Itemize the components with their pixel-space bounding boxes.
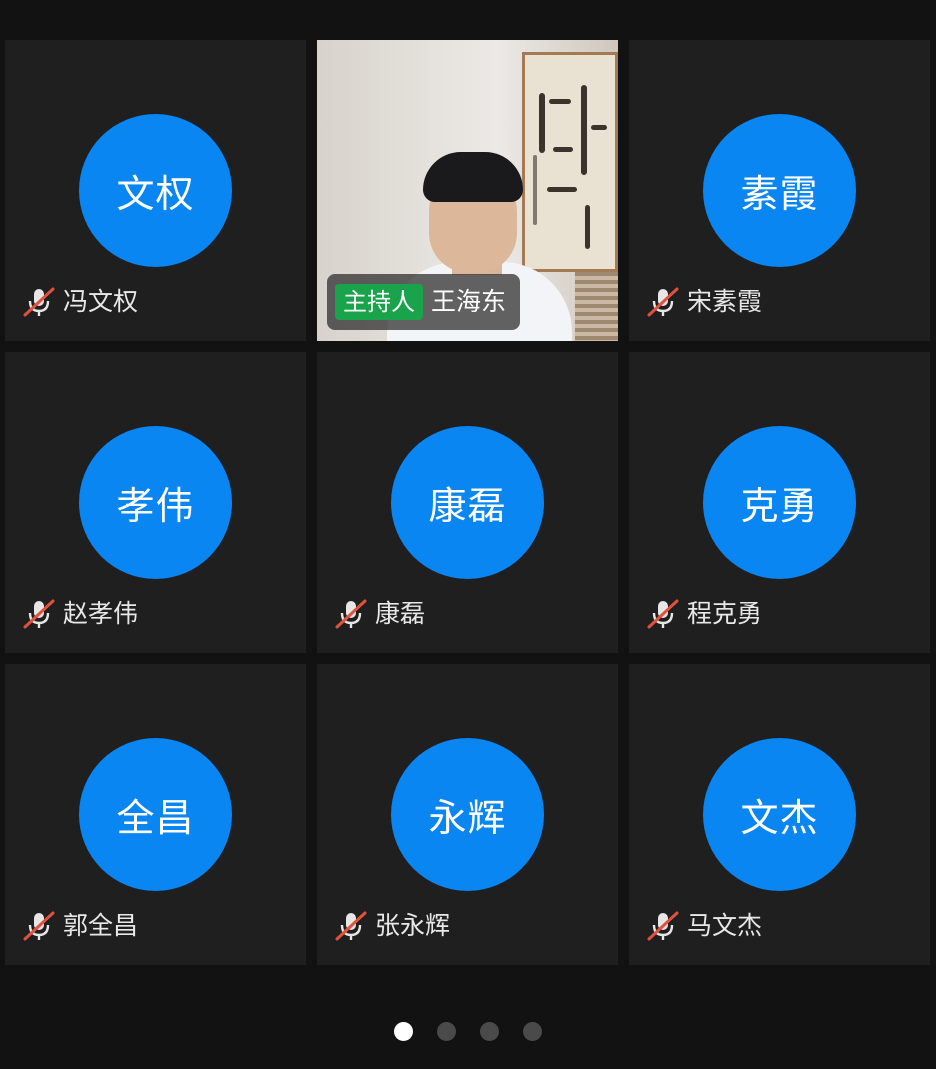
participant-name: 王海东	[431, 287, 507, 316]
host-name-label: 主持人 王海东	[327, 274, 521, 330]
mic-off-icon	[647, 599, 679, 629]
participant-tile[interactable]: 克勇 程克勇	[629, 352, 930, 653]
participant-name-row: 康磊	[335, 598, 425, 630]
participant-name-row: 马文杰	[647, 910, 762, 942]
mic-off-icon	[23, 287, 55, 317]
participant-name-row: 赵孝伟	[23, 598, 138, 630]
participant-name-row: 冯文权	[23, 286, 138, 318]
mic-off-icon	[23, 599, 55, 629]
host-hair	[423, 152, 523, 202]
participant-name: 冯文权	[63, 287, 139, 316]
participant-name: 赵孝伟	[63, 599, 139, 628]
page-dot-4[interactable]	[523, 1022, 542, 1041]
participant-tile[interactable]: 素霞 宋素霞	[629, 40, 930, 341]
calligraphy-scroll	[522, 52, 618, 272]
participant-name: 宋素霞	[687, 287, 763, 316]
avatar: 素霞	[703, 114, 856, 267]
mic-off-icon	[647, 287, 679, 317]
participant-name-row: 张永辉	[335, 910, 450, 942]
participant-name: 程克勇	[687, 599, 763, 628]
meeting-gallery: 文权 冯文权 主持人 王海东 素霞 宋素霞 孝伟 赵孝伟 康磊 康磊 克勇 程克…	[0, 0, 936, 1069]
mic-off-icon	[335, 911, 367, 941]
page-indicator	[0, 1022, 936, 1044]
page-dot-2[interactable]	[437, 1022, 456, 1041]
participant-tile[interactable]: 全昌 郭全昌	[5, 664, 306, 965]
participant-name-row: 程克勇	[647, 598, 762, 630]
participant-tile[interactable]: 永辉 张永辉	[317, 664, 618, 965]
participant-name-row: 郭全昌	[23, 910, 138, 942]
host-badge: 主持人	[335, 284, 423, 320]
participant-tile[interactable]: 文权 冯文权	[5, 40, 306, 341]
avatar: 康磊	[391, 426, 544, 579]
participant-tile-host-video[interactable]: 主持人 王海东	[317, 40, 618, 341]
mic-off-icon	[335, 599, 367, 629]
avatar: 全昌	[79, 738, 232, 891]
participant-name-row: 宋素霞	[647, 286, 762, 318]
participant-name: 马文杰	[687, 911, 763, 940]
page-dot-1[interactable]	[394, 1022, 413, 1041]
avatar: 文权	[79, 114, 232, 267]
participant-tile[interactable]: 文杰 马文杰	[629, 664, 930, 965]
avatar: 文杰	[703, 738, 856, 891]
mic-off-icon	[647, 911, 679, 941]
participant-name: 郭全昌	[63, 911, 139, 940]
participant-tile[interactable]: 康磊 康磊	[317, 352, 618, 653]
participant-name: 康磊	[375, 599, 426, 628]
participant-tile[interactable]: 孝伟 赵孝伟	[5, 352, 306, 653]
avatar: 孝伟	[79, 426, 232, 579]
page-dot-3[interactable]	[480, 1022, 499, 1041]
avatar: 克勇	[703, 426, 856, 579]
mic-off-icon	[23, 911, 55, 941]
participant-name: 张永辉	[375, 911, 451, 940]
avatar: 永辉	[391, 738, 544, 891]
document-stack	[575, 272, 618, 341]
